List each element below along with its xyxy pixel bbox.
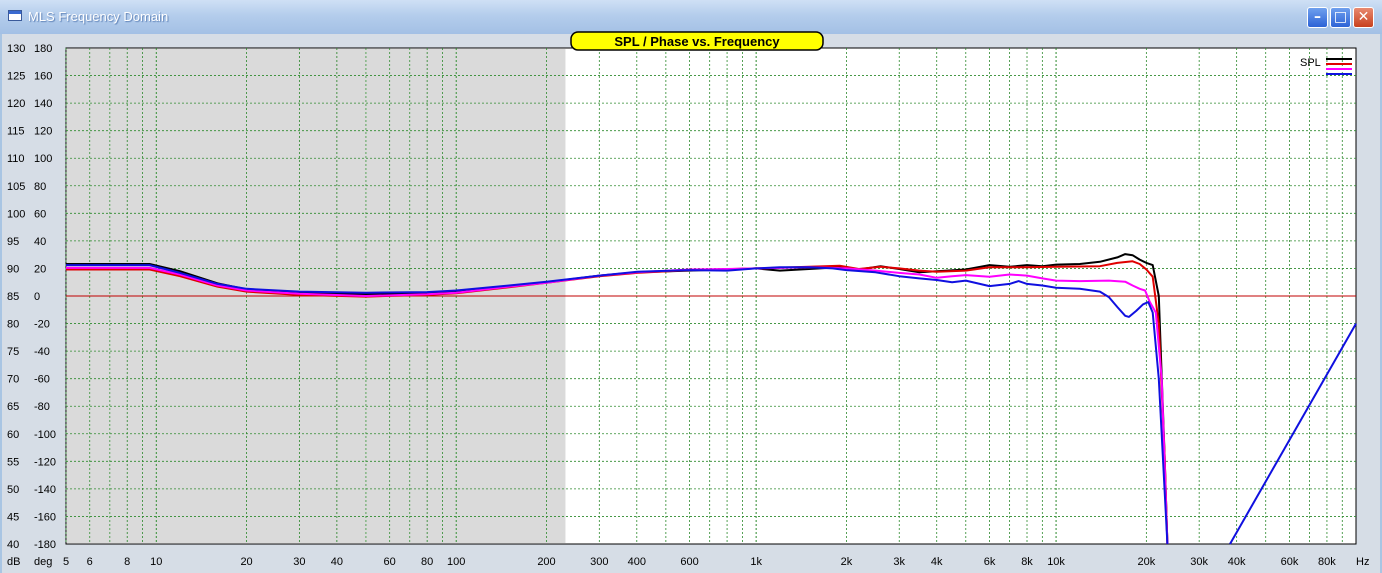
x-tick-label: 20k xyxy=(1137,556,1155,568)
x-tick-label: 6k xyxy=(984,556,996,568)
phase-tick-label: 40 xyxy=(34,236,46,248)
x-tick-label: 8 xyxy=(124,556,130,568)
x-tick-label: 5 xyxy=(63,556,69,568)
phase-tick-label: -80 xyxy=(34,401,50,413)
x-tick-label: 20 xyxy=(240,556,252,568)
phase-tick-label: 20 xyxy=(34,263,46,275)
spl-tick-label: 110 xyxy=(7,153,25,165)
spl-tick-label: 100 xyxy=(7,208,25,220)
spl-tick-label: 130 xyxy=(7,43,25,55)
x-tick-label: 80k xyxy=(1318,556,1336,568)
phase-tick-label: 180 xyxy=(34,43,52,55)
phase-tick-label: 100 xyxy=(34,153,52,165)
phase-tick-label: -60 xyxy=(34,374,50,386)
x-tick-label: 80 xyxy=(421,556,433,568)
phase-unit-label: deg xyxy=(34,556,52,568)
phase-tick-label: -20 xyxy=(34,319,50,331)
spl-tick-label: 85 xyxy=(7,291,19,303)
chart-title: SPL / Phase vs. Frequency xyxy=(614,34,780,49)
spl-tick-label: 70 xyxy=(7,374,19,386)
spl-tick-label: 40 xyxy=(7,539,19,551)
spl-tick-label: 65 xyxy=(7,401,19,413)
x-tick-label: 1k xyxy=(750,556,762,568)
x-tick-label: 300 xyxy=(590,556,608,568)
spl-tick-label: 120 xyxy=(7,98,25,110)
chart-title-box: SPL / Phase vs. Frequency xyxy=(570,31,824,51)
spl-tick-label: 60 xyxy=(7,429,19,441)
spl-tick-label: 115 xyxy=(7,126,25,138)
x-tick-label: 3k xyxy=(893,556,905,568)
x-tick-label: 100 xyxy=(447,556,465,568)
phase-tick-label: 60 xyxy=(34,208,46,220)
x-tick-label: 60k xyxy=(1281,556,1299,568)
phase-tick-label: 120 xyxy=(34,126,52,138)
x-tick-label: 2k xyxy=(841,556,853,568)
spl-tick-label: 125 xyxy=(7,71,25,83)
spl-tick-label: 75 xyxy=(7,346,19,358)
phase-tick-label: -140 xyxy=(34,484,56,496)
x-tick-label: 10k xyxy=(1047,556,1065,568)
spl-tick-label: 105 xyxy=(7,181,25,193)
x-tick-label: 60 xyxy=(384,556,396,568)
x-tick-label: 30 xyxy=(293,556,305,568)
phase-tick-label: -40 xyxy=(34,346,50,358)
x-tick-label: 30k xyxy=(1190,556,1208,568)
phase-tick-label: 160 xyxy=(34,71,52,83)
phase-tick-label: -120 xyxy=(34,456,56,468)
phase-tick-label: -100 xyxy=(34,429,56,441)
spl-tick-label: 45 xyxy=(7,511,19,523)
spl-phase-chart[interactable]: 130 180125 160120 140115 120110 100105 80100 60… xyxy=(0,0,1382,573)
phase-tick-label: 80 xyxy=(34,181,46,193)
spl-tick-label: 55 xyxy=(7,456,19,468)
spl-tick-label: 95 xyxy=(7,236,19,248)
x-tick-label: 6 xyxy=(87,556,93,568)
spl-tick-label: 80 xyxy=(7,319,19,331)
x-tick-label: 600 xyxy=(680,556,698,568)
phase-tick-label: -160 xyxy=(34,511,56,523)
spl-tick-label: 90 xyxy=(7,263,19,275)
frequency-unit-label: Hz xyxy=(1356,556,1369,568)
spl-unit-label: dB xyxy=(7,556,20,568)
x-tick-label: 40k xyxy=(1228,556,1246,568)
x-tick-label: 40 xyxy=(331,556,343,568)
x-tick-label: 8k xyxy=(1021,556,1033,568)
legend-label: SPL xyxy=(1300,57,1321,69)
phase-tick-label: -180 xyxy=(34,539,56,551)
x-tick-label: 10 xyxy=(150,556,162,568)
spl-tick-label: 50 xyxy=(7,484,19,496)
x-tick-label: 400 xyxy=(628,556,646,568)
x-axis-ticks: 5 6 8 10 20 30 40 60 80 100 200 300 400 600 1k 2k 3k 4k 6k… xyxy=(63,556,1336,568)
phase-tick-label: 0 xyxy=(34,291,40,303)
y-axis-ticks: 130 180 125 160 120 140 115 120 110 100 105 80 100 60… xyxy=(7,43,56,551)
x-tick-label: 4k xyxy=(931,556,943,568)
x-tick-label: 200 xyxy=(537,556,555,568)
phase-tick-label: 140 xyxy=(34,98,52,110)
